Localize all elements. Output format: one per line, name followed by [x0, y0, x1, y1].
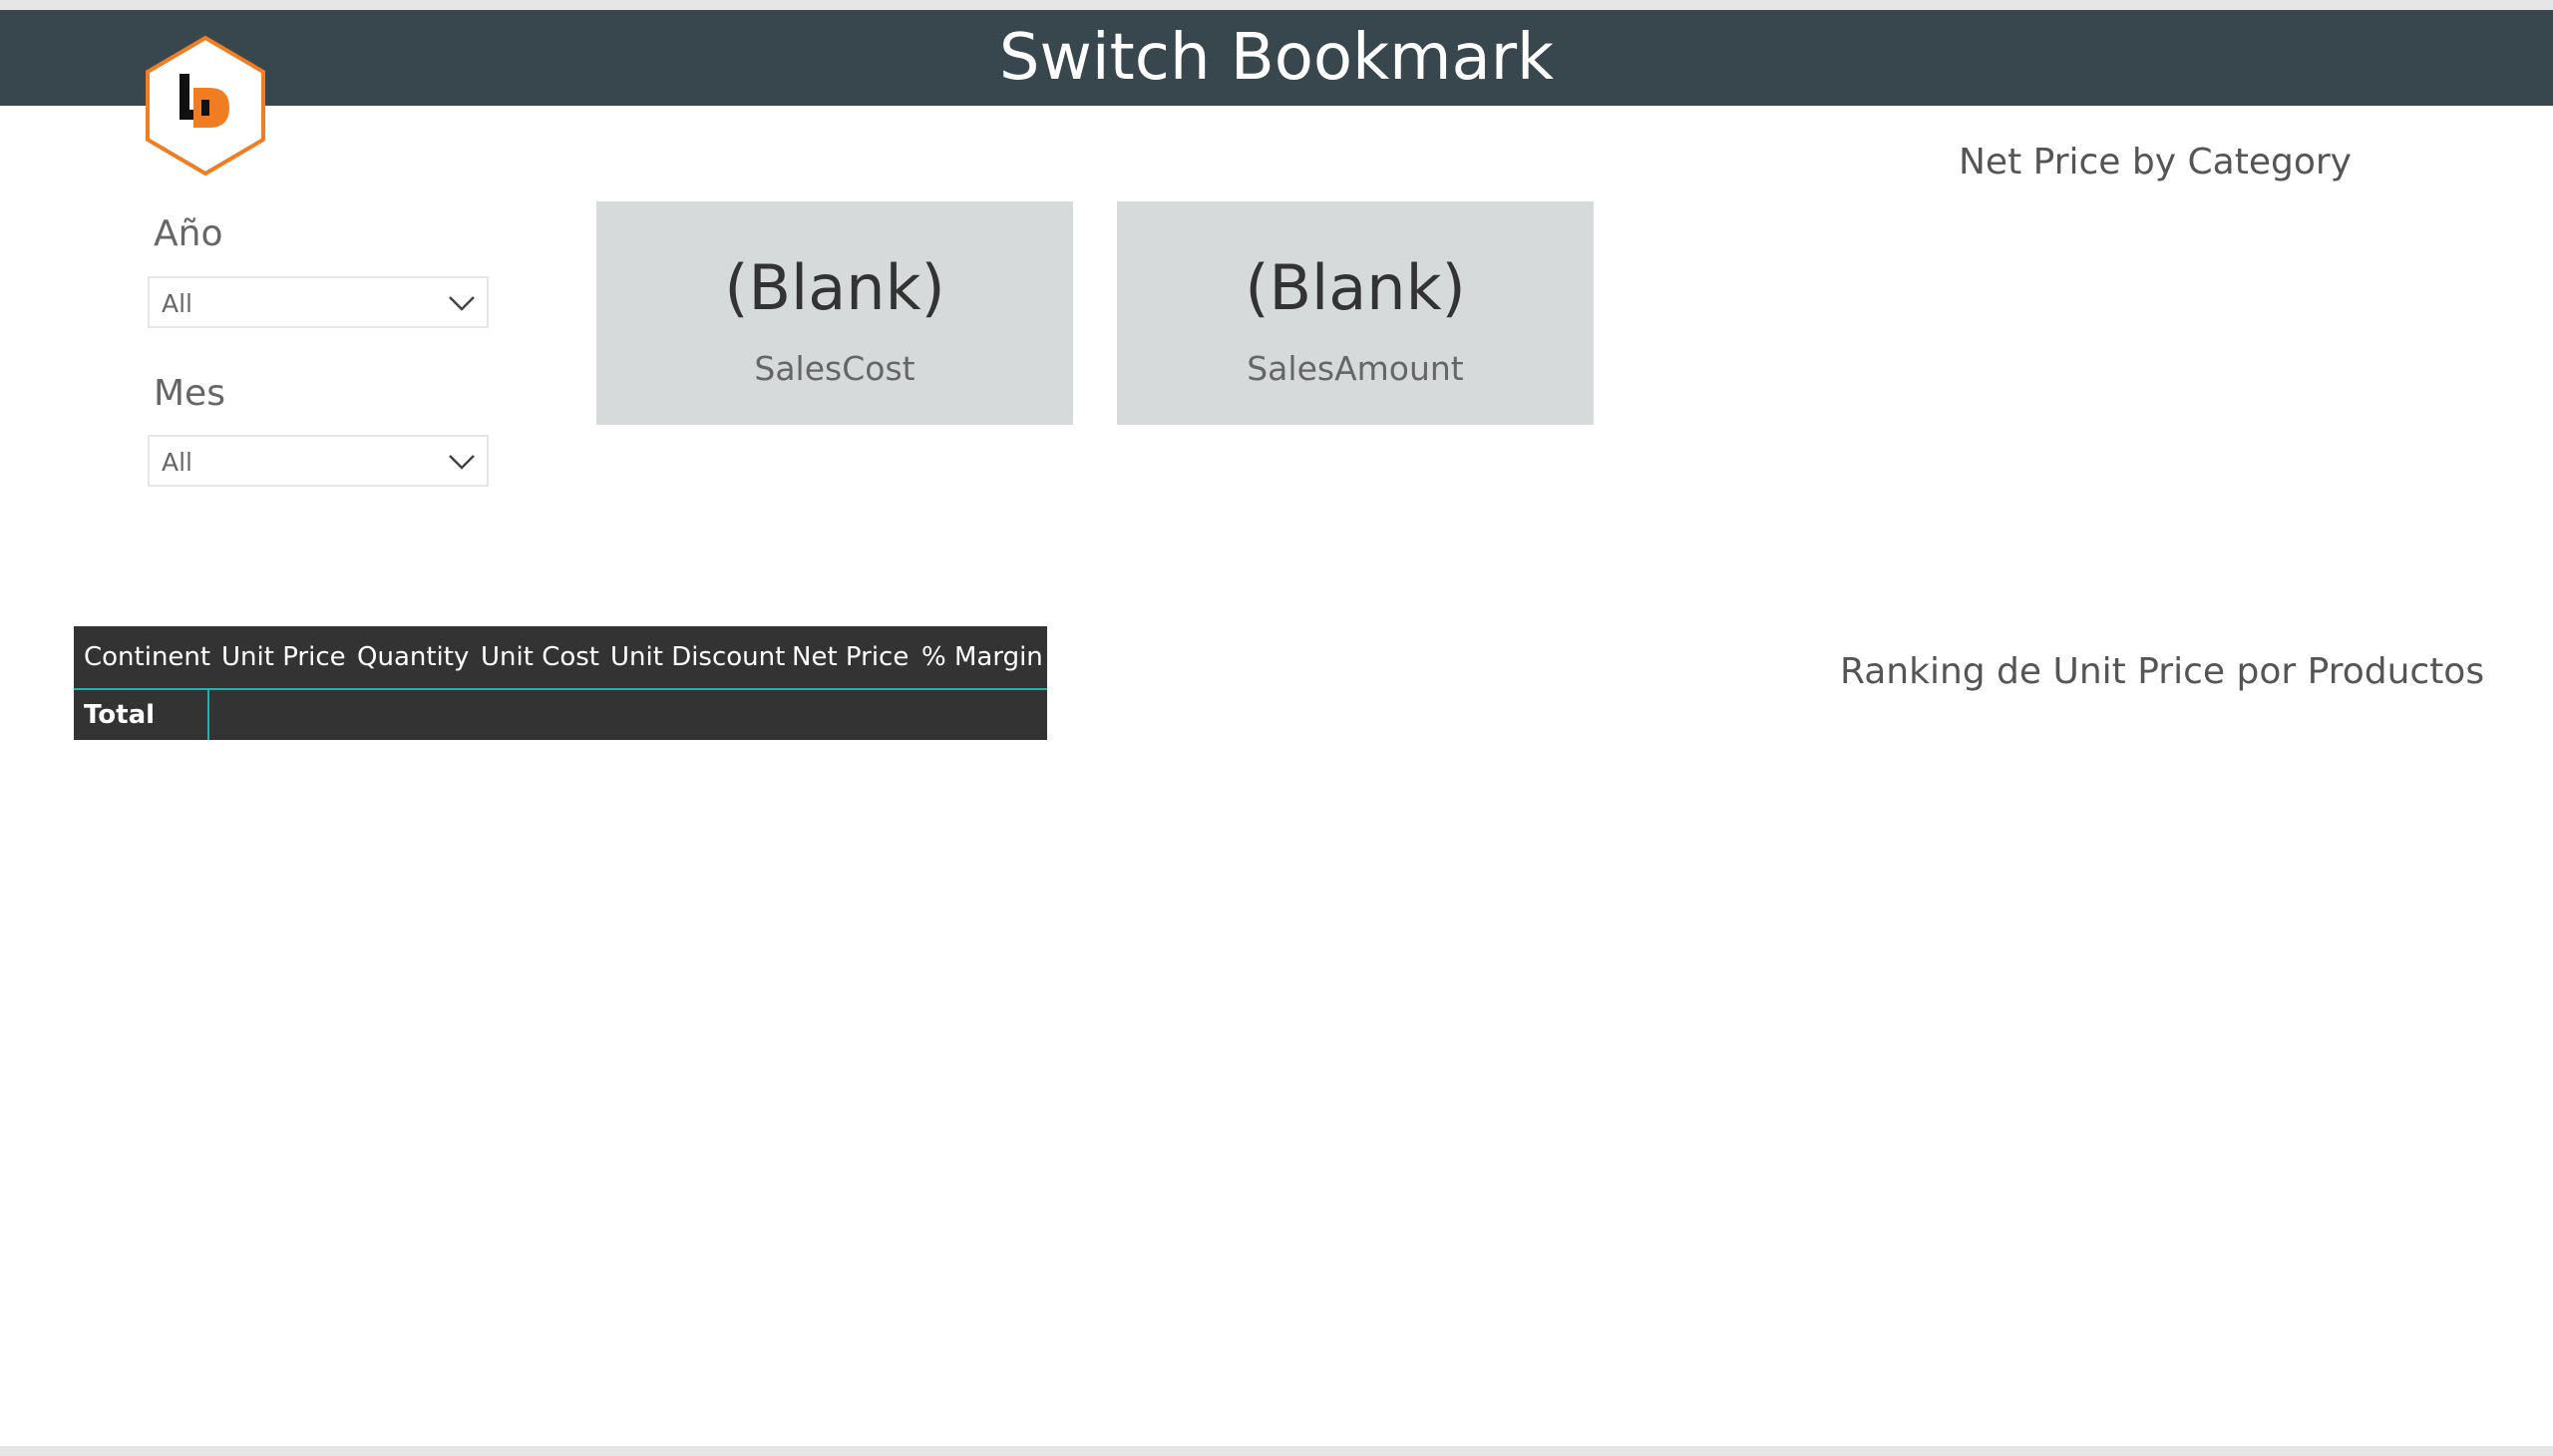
ranking-unit-price-title: Ranking de Unit Price por Productos [1840, 651, 2485, 692]
year-slicer-label: Año [154, 213, 223, 254]
matrix-total-label: Total [84, 700, 156, 730]
card-value: (Blank) [1245, 251, 1466, 324]
year-slicer-dropdown[interactable]: All [148, 276, 489, 328]
page-title: Switch Bookmark [998, 21, 1555, 95]
sales-matrix[interactable]: Continent Unit Price Quantity Unit Cost … [74, 626, 1047, 740]
year-slicer-value: All [162, 289, 192, 318]
card-label: SalesCost [754, 349, 915, 388]
ld-logo-icon [142, 34, 269, 178]
salesamount-card[interactable]: (Blank) SalesAmount [1117, 201, 1594, 425]
month-slicer-dropdown[interactable]: All [148, 435, 489, 487]
matrix-total-cell: Total [74, 690, 209, 740]
net-price-by-category-title: Net Price by Category [1959, 142, 2352, 182]
column-header-unit-price[interactable]: Unit Price [221, 626, 346, 688]
matrix-header-row: Continent Unit Price Quantity Unit Cost … [74, 626, 1047, 690]
card-label: SalesAmount [1247, 349, 1464, 388]
month-slicer-value: All [162, 448, 192, 477]
chevron-down-icon [447, 449, 477, 473]
salescost-card[interactable]: (Blank) SalesCost [596, 201, 1073, 425]
column-header-unit-discount[interactable]: Unit Discount [610, 626, 785, 688]
month-slicer-label: Mes [154, 373, 225, 414]
chevron-down-icon [447, 290, 477, 314]
column-header-continent[interactable]: Continent [84, 626, 210, 688]
top-border [0, 0, 2553, 10]
report-header: Switch Bookmark [0, 10, 2553, 106]
bottom-border [0, 1446, 2553, 1456]
card-value: (Blank) [724, 251, 945, 324]
column-header-net-price[interactable]: Net Price [792, 626, 909, 688]
column-header-margin[interactable]: % Margin [921, 626, 1043, 688]
column-header-unit-cost[interactable]: Unit Cost [481, 626, 599, 688]
column-header-quantity[interactable]: Quantity [357, 626, 469, 688]
